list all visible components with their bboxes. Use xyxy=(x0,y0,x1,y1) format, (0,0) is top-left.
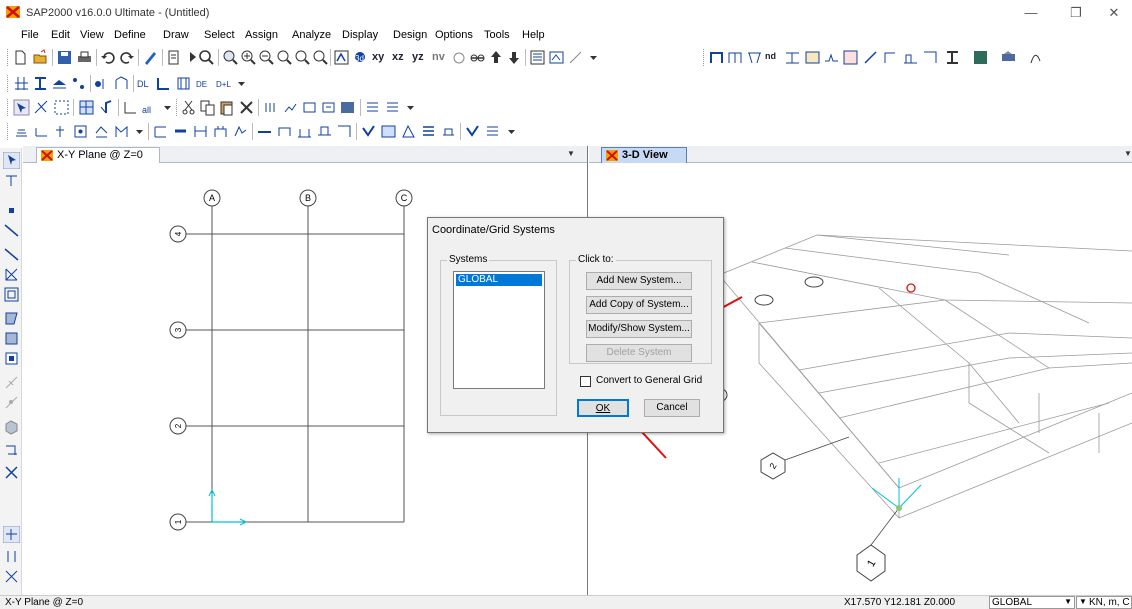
click-to-label: Click to: xyxy=(576,254,616,266)
status-bar: X-Y Plane @ Z=0 X17.570 Y12.181 Z0.000 G… xyxy=(0,595,1132,609)
chevron-down-icon: ▼ xyxy=(1079,597,1087,606)
dialog-title: Coordinate/Grid Systems xyxy=(432,224,555,236)
modify-show-system-button[interactable]: Modify/Show System... xyxy=(586,320,692,338)
coord-system-select[interactable]: GLOBAL ▼ xyxy=(989,596,1075,609)
convert-to-general-grid-label: Convert to General Grid xyxy=(596,375,703,386)
systems-group: Systems GLOBAL xyxy=(440,254,557,416)
cancel-button[interactable]: Cancel xyxy=(644,399,700,417)
systems-list[interactable]: GLOBAL xyxy=(453,271,545,389)
chevron-down-icon: ▼ xyxy=(1064,597,1072,606)
add-new-system-button[interactable]: Add New System... xyxy=(586,272,692,290)
systems-group-label: Systems xyxy=(447,254,490,266)
units-select[interactable]: ▼ KN, m, C xyxy=(1076,596,1132,609)
add-copy-of-system-button[interactable]: Add Copy of System... xyxy=(586,296,692,314)
coordinate-grid-systems-dialog: Coordinate/Grid Systems Systems GLOBAL C… xyxy=(427,217,724,433)
convert-to-general-grid-checkbox[interactable] xyxy=(580,376,591,387)
systems-list-item-global[interactable]: GLOBAL xyxy=(456,274,542,286)
delete-system-button[interactable]: Delete System xyxy=(586,344,692,362)
status-window-name: X-Y Plane @ Z=0 xyxy=(5,597,84,608)
coord-system-value: GLOBAL xyxy=(992,597,1033,608)
click-to-group: Click to: Add New System... Add Copy of … xyxy=(569,254,712,364)
units-value: KN, m, C xyxy=(1089,597,1130,608)
status-coordinates: X17.570 Y12.181 Z0.000 xyxy=(844,597,956,608)
ok-button[interactable]: OK xyxy=(577,399,629,417)
